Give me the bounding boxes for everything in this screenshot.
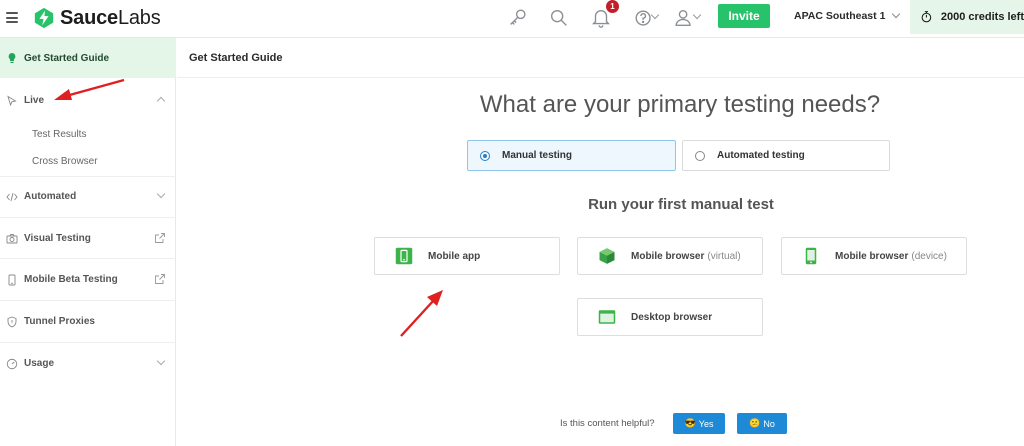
sidebar: Get Started Guide Live Test Results Cros… xyxy=(0,38,176,446)
sidebar-item-get-started[interactable]: Get Started Guide xyxy=(0,38,176,78)
sidebar-item-usage[interactable]: Usage xyxy=(0,343,176,383)
menu-icon[interactable] xyxy=(6,12,18,23)
main-header: Get Started Guide xyxy=(177,38,1024,78)
headline: What are your primary testing needs? xyxy=(479,91,881,118)
radio-unselected[interactable] xyxy=(695,150,705,161)
region-selector[interactable]: APAC Southeast 1 xyxy=(794,9,901,22)
sidebar-item-label: Live xyxy=(24,94,45,106)
feedback-yes-button[interactable]: 😎 Yes xyxy=(673,413,725,434)
saucelabs-logo-icon xyxy=(34,7,54,29)
code-icon xyxy=(6,190,18,202)
phone-icon xyxy=(6,273,18,286)
sidebar-item-label: Visual Testing xyxy=(24,232,91,244)
help-icon[interactable] xyxy=(633,7,655,29)
saucelabs-logo[interactable]: SauceLabs xyxy=(33,5,161,31)
sidebar-item-label: Get Started Guide xyxy=(24,52,110,64)
region-label: APAC Southeast 1 xyxy=(794,10,886,22)
invite-button[interactable]: Invite xyxy=(718,4,770,28)
card-mobile-browser-virtual[interactable]: Mobile browser (virtual) xyxy=(577,237,763,275)
sidebar-item-label: Automated xyxy=(24,190,77,202)
gauge-icon xyxy=(6,357,18,370)
mobile-app-icon xyxy=(395,247,413,265)
user-icon[interactable] xyxy=(673,7,695,29)
sidebar-item-tunnel-proxies[interactable]: Tunnel Proxies xyxy=(0,301,176,341)
camera-icon xyxy=(6,232,18,244)
top-bar: SauceLabs 1 Invite APAC Southeast 1 2000… xyxy=(0,0,1024,38)
credits-label: 2000 credits left xyxy=(940,11,1024,23)
notification-badge: 1 xyxy=(606,0,619,13)
sidebar-item-label: Tunnel Proxies xyxy=(24,315,95,327)
radio-selected[interactable] xyxy=(480,150,490,161)
sidebar-item-live[interactable]: Live xyxy=(0,80,176,120)
card-label: Mobile browser xyxy=(631,250,705,262)
page-title: Get Started Guide xyxy=(189,52,283,64)
card-label: Mobile app xyxy=(428,250,481,262)
sidebar-subitem-test-results[interactable]: Test Results xyxy=(32,129,86,140)
feedback-yes-label: Yes xyxy=(698,418,714,429)
confused-face-icon: 😕 xyxy=(749,418,761,428)
external-link-icon[interactable] xyxy=(154,273,166,285)
card-mobile-browser-device[interactable]: Mobile browser (device) xyxy=(781,237,967,275)
key-icon[interactable] xyxy=(507,7,529,29)
option-label: Manual testing xyxy=(502,150,573,161)
external-link-icon[interactable] xyxy=(154,232,166,244)
sidebar-item-label: Usage xyxy=(24,357,55,369)
shield-icon xyxy=(6,315,18,328)
chevron-up-icon xyxy=(156,95,166,106)
chevron-down-icon xyxy=(156,356,166,366)
feedback-no-label: No xyxy=(763,418,775,429)
lightbulb-icon xyxy=(8,53,16,63)
sidebar-subitem-cross-browser[interactable]: Cross Browser xyxy=(32,156,98,167)
option-label: Automated testing xyxy=(717,150,805,161)
option-manual-testing[interactable]: Manual testing xyxy=(467,140,676,171)
option-automated-testing[interactable]: Automated testing xyxy=(682,140,890,171)
card-desktop-browser[interactable]: Desktop browser xyxy=(577,298,763,336)
sidebar-item-automated[interactable]: Automated xyxy=(0,176,176,216)
card-sublabel: (virtual) xyxy=(707,250,741,262)
search-icon[interactable] xyxy=(548,7,570,29)
logo-text: SauceLabs xyxy=(60,6,161,29)
sidebar-item-mobile-beta-testing[interactable]: Mobile Beta Testing xyxy=(0,259,176,299)
card-sublabel: (device) xyxy=(911,250,947,262)
browser-window-icon xyxy=(598,308,616,326)
card-label: Desktop browser xyxy=(631,311,713,323)
section-subheading: Run your first manual test xyxy=(588,196,774,213)
sidebar-item-label: Mobile Beta Testing xyxy=(24,273,118,285)
sidebar-item-visual-testing[interactable]: Visual Testing xyxy=(0,218,176,258)
stopwatch-icon xyxy=(921,11,932,23)
feedback-no-button[interactable]: 😕 No xyxy=(737,413,787,434)
cube-icon xyxy=(598,247,616,265)
credits-indicator[interactable]: 2000 credits left xyxy=(910,0,1024,34)
chevron-down-icon xyxy=(892,9,901,19)
chevron-down-icon xyxy=(156,189,166,199)
cursor-icon xyxy=(6,94,18,107)
phone-device-icon xyxy=(802,247,820,265)
annotation-arrow-mobile-app xyxy=(400,290,443,337)
feedback-question: Is this content helpful? xyxy=(560,418,655,429)
card-mobile-app[interactable]: Mobile app xyxy=(374,237,560,275)
cool-face-icon: 😎 xyxy=(684,418,696,428)
card-label: Mobile browser xyxy=(835,250,909,262)
